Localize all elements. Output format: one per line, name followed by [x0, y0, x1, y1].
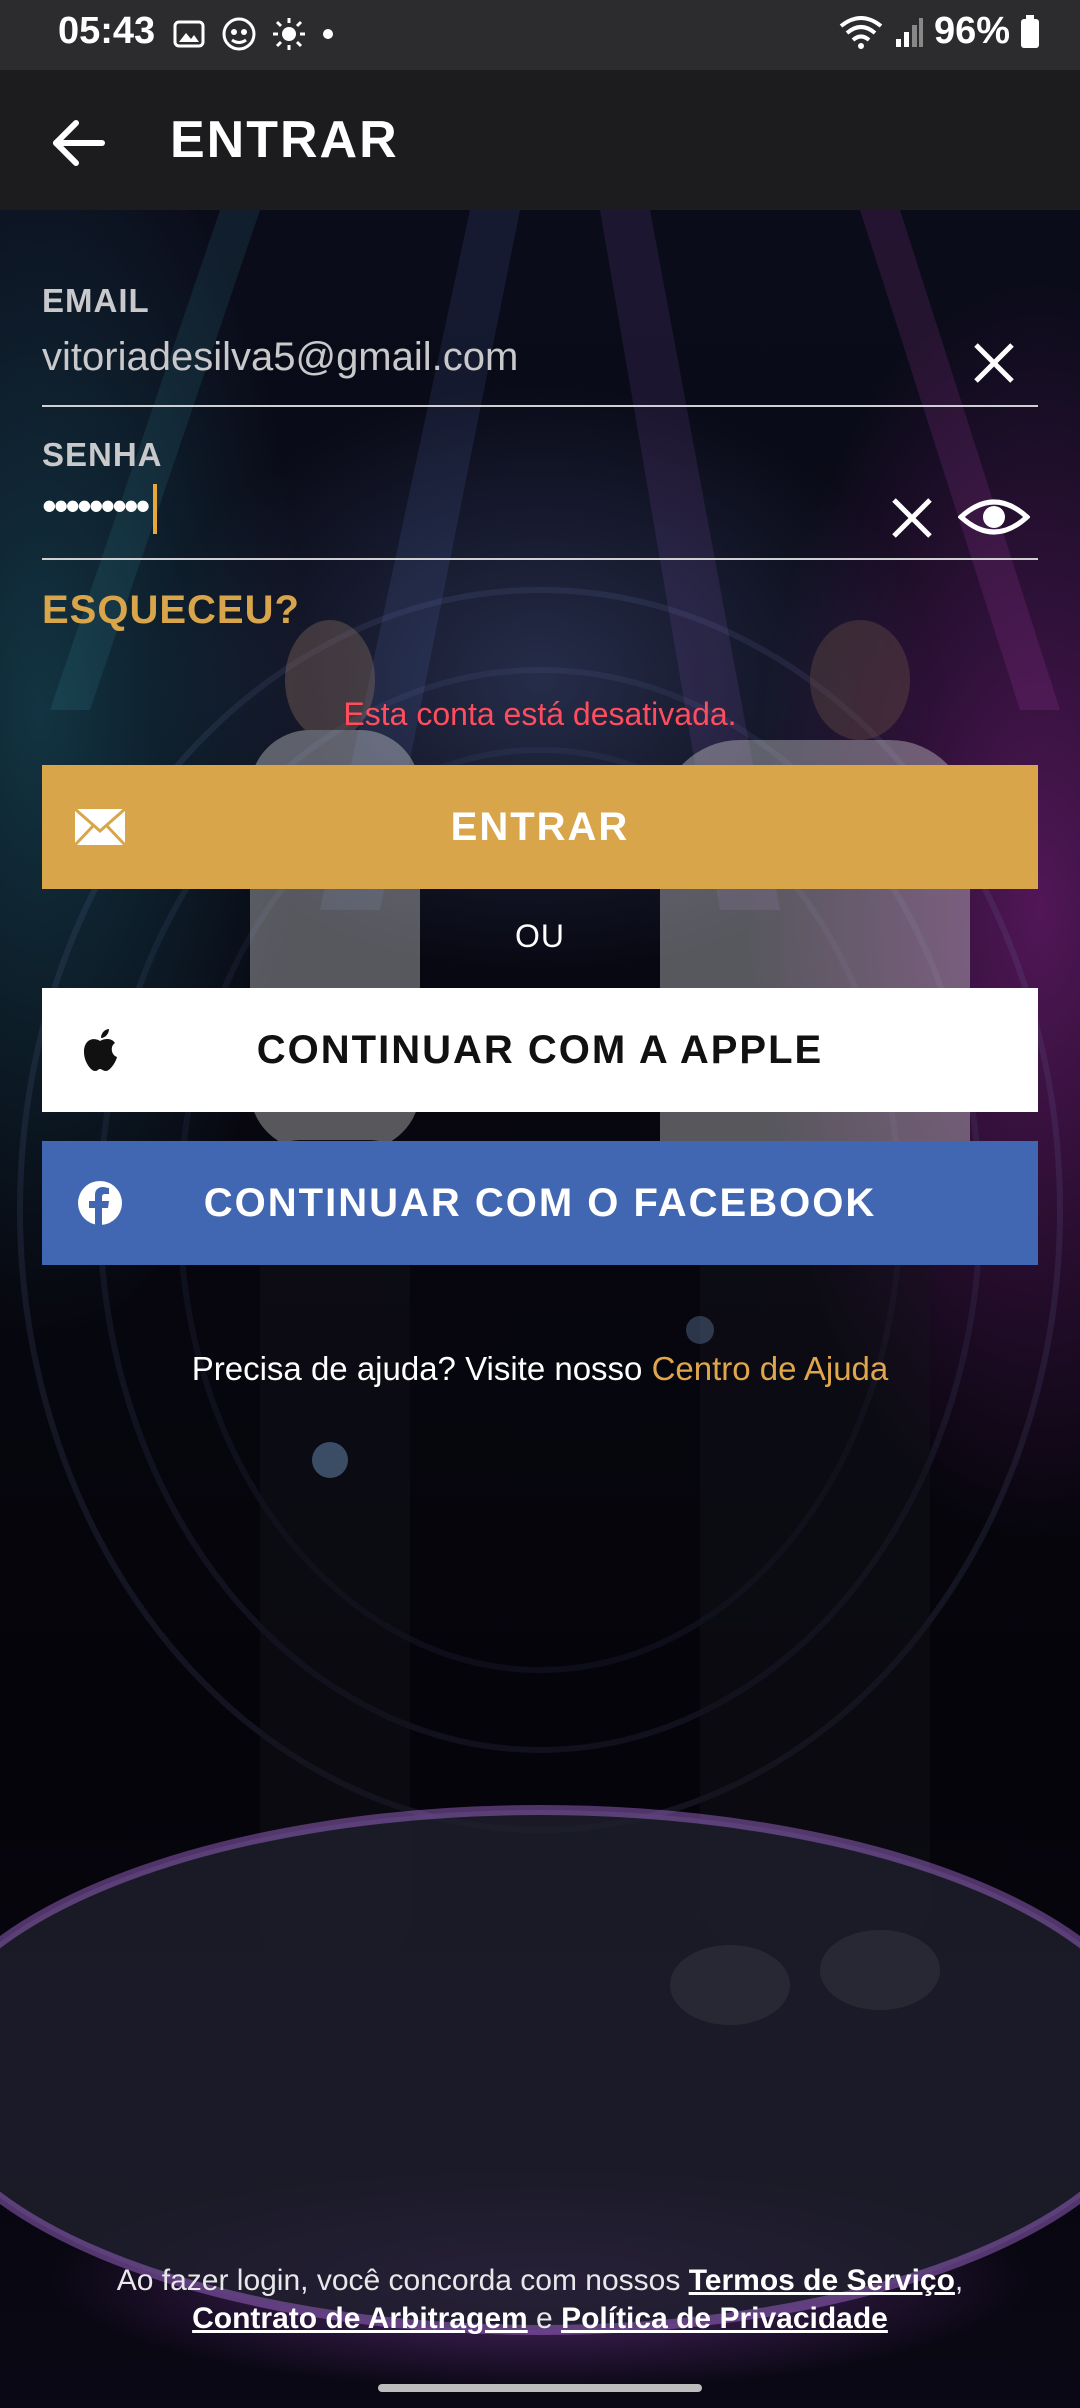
enter-button[interactable]: ENTRAR: [42, 765, 1038, 889]
status-system-icons: 96%: [838, 10, 1040, 53]
help-center-link[interactable]: Centro de Ajuda: [652, 1350, 889, 1387]
page-title: ENTRAR: [170, 111, 399, 169]
facebook-button-label: CONTINUAR COM O FACEBOOK: [203, 1180, 877, 1225]
battery-icon: [1021, 14, 1039, 48]
email-value: vitoriadesilva5@gmail.com: [42, 335, 519, 379]
status-bar: 05:43 96%: [0, 0, 1080, 70]
toggle-password-visibility-button[interactable]: [954, 482, 1034, 552]
forgot-password-link[interactable]: ESQUECEU?: [42, 588, 300, 633]
text-cursor: [153, 483, 158, 534]
wifi-icon: [839, 15, 883, 49]
legal-prefix: Ao fazer login, você concorda com nossos: [116, 2264, 689, 2297]
apple-icon: [70, 1020, 130, 1080]
email-envelope-icon: [70, 797, 130, 857]
apple-button-label: CONTINUAR COM A APPLE: [256, 1027, 824, 1072]
continue-with-apple-button[interactable]: CONTINUAR COM A APPLE: [42, 988, 1038, 1112]
close-icon: [892, 498, 932, 538]
facebook-icon: [70, 1173, 130, 1233]
privacy-policy-link[interactable]: Política de Privacidade: [561, 2302, 888, 2335]
status-notification-icons: [172, 14, 336, 54]
legal-text: Ao fazer login, você concorda com nossos…: [0, 2262, 1080, 2338]
help-text: Precisa de ajuda? Visite nosso Centro de…: [0, 1350, 1080, 1388]
help-prefix: Precisa de ajuda? Visite nosso: [191, 1350, 652, 1387]
dot-icon: [323, 29, 333, 39]
continue-with-facebook-button[interactable]: CONTINUAR COM O FACEBOOK: [42, 1141, 1038, 1265]
clear-password-button[interactable]: [880, 486, 944, 550]
legal-and: e: [527, 2302, 562, 2335]
app-bar: ENTRAR: [0, 70, 1080, 210]
close-icon: [974, 343, 1014, 383]
arrow-left-icon: [53, 120, 105, 166]
terms-of-service-link[interactable]: Termos de Serviço: [689, 2264, 955, 2297]
app-notification-icon: [222, 17, 256, 51]
enter-button-label: ENTRAR: [450, 804, 630, 849]
error-message: Esta conta está desativada.: [343, 696, 737, 732]
eye-icon: [958, 499, 1030, 535]
back-button[interactable]: [44, 108, 114, 178]
or-separator: OU: [515, 918, 565, 954]
legal-comma: ,: [954, 2264, 964, 2297]
clear-email-button[interactable]: [962, 331, 1026, 395]
gallery-icon: [173, 20, 205, 48]
arbitration-agreement-link[interactable]: Contrato de Arbitragem: [192, 2302, 528, 2335]
home-indicator[interactable]: [378, 2384, 702, 2392]
battery-percent: 96%: [933, 10, 1010, 52]
signal-icon: [895, 17, 923, 47]
password-value: •••••••••: [42, 482, 158, 534]
brightness-icon: [273, 18, 305, 50]
status-time: 05:43: [58, 10, 156, 52]
password-field[interactable]: •••••••••: [42, 478, 1038, 560]
email-field[interactable]: vitoriadesilva5@gmail.com: [42, 325, 1038, 407]
email-label: EMAIL: [42, 282, 150, 319]
password-label: SENHA: [42, 436, 163, 473]
